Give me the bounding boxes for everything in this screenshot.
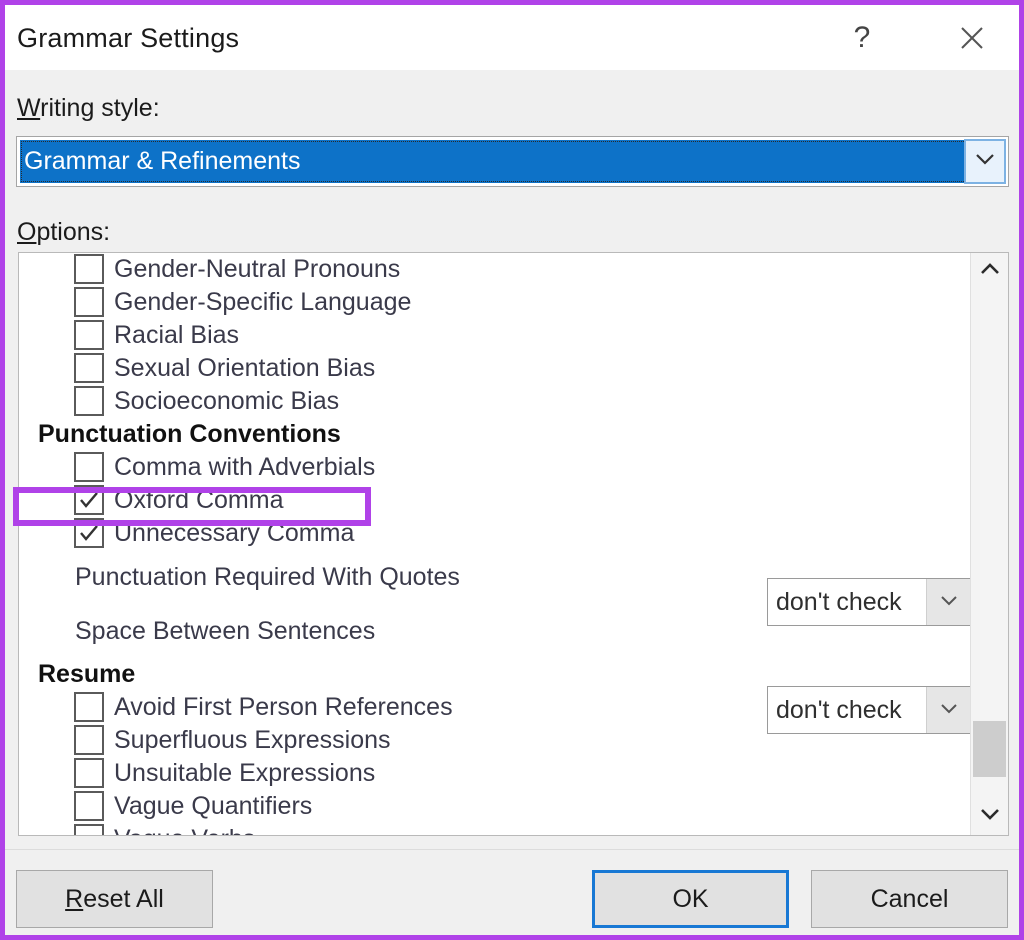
checkbox-unchecked[interactable] [74, 254, 104, 284]
chevron-up-icon [979, 262, 1001, 281]
options-group-header: Punctuation Conventions [19, 418, 971, 451]
dialog-body: Writing style: Grammar & Refinements Opt… [5, 70, 1019, 935]
writing-style-accel: W [17, 94, 41, 122]
scroll-up-button[interactable] [971, 253, 1008, 290]
checkbox-unchecked[interactable] [74, 287, 104, 317]
options-checkbox-label: Oxford Comma [114, 486, 284, 514]
help-button[interactable]: ? [839, 17, 885, 59]
checkbox-unchecked[interactable] [74, 353, 104, 383]
options-checkbox-row[interactable]: Sexual Orientation Bias [19, 352, 971, 385]
options-scrollbar[interactable] [970, 253, 1008, 835]
writing-style-selected-value[interactable]: Grammar & Refinements [20, 140, 967, 183]
options-select-label: Punctuation Required With Quotes [75, 562, 460, 591]
options-checkbox-row[interactable]: Avoid First Person References [19, 691, 971, 724]
options-checkbox-row[interactable]: Superfluous Expressions [19, 724, 971, 757]
options-group-label: Resume [38, 660, 136, 688]
writing-style-label: Writing style: [17, 94, 160, 123]
options-checkbox-label: Socioeconomic Bias [114, 387, 340, 415]
scroll-down-button[interactable] [971, 798, 1008, 835]
options-checkbox-label: Avoid First Person References [114, 693, 453, 721]
cancel-button[interactable]: Cancel [811, 870, 1008, 928]
checkbox-unchecked[interactable] [74, 386, 104, 416]
checkbox-unchecked[interactable] [74, 791, 104, 821]
cancel-button-label: Cancel [870, 884, 949, 913]
options-checkbox-label: Sexual Orientation Bias [114, 354, 376, 382]
close-icon [957, 23, 987, 53]
chevron-down-icon [979, 807, 1001, 826]
ok-button[interactable]: OK [592, 870, 789, 928]
checkbox-checked[interactable] [74, 485, 104, 515]
footer-divider [5, 849, 1019, 850]
scrollbar-thumb[interactable] [973, 721, 1006, 777]
options-checkbox-row[interactable]: Unsuitable Expressions [19, 757, 971, 790]
options-checkbox-row[interactable]: Gender-Neutral Pronouns [19, 253, 971, 286]
options-label-rest: ptions: [36, 218, 111, 246]
options-group-label: Punctuation Conventions [38, 420, 341, 448]
options-select-row[interactable]: Space Between Sentences don't check [19, 604, 972, 734]
close-button[interactable] [949, 17, 995, 59]
options-select-row[interactable]: Punctuation Required With Quotes don't ch… [19, 550, 972, 626]
question-mark-icon: ? [853, 21, 871, 54]
options-checkbox-row[interactable]: Unnecessary Comma [19, 517, 971, 550]
options-checkbox-label: Unnecessary Comma [114, 519, 355, 547]
reset-all-label: eset All [83, 884, 164, 913]
writing-style-label-rest: riting style: [40, 94, 160, 122]
options-label: Options: [17, 218, 110, 247]
checkbox-unchecked[interactable] [74, 320, 104, 350]
reset-all-button[interactable]: Reset All [16, 870, 213, 928]
writing-style-dropdown-button[interactable] [964, 139, 1006, 184]
options-checkbox-row[interactable]: Socioeconomic Bias [19, 385, 971, 418]
options-checkbox-label: Gender-Specific Language [114, 288, 412, 316]
checkbox-unchecked[interactable] [74, 452, 104, 482]
options-select-label: Space Between Sentences [75, 616, 376, 645]
options-checkbox-label: Vague Quantifiers [114, 792, 313, 820]
options-checkbox-label: Superfluous Expressions [114, 726, 391, 754]
options-checkbox-row[interactable]: Racial Bias [19, 319, 971, 352]
writing-style-combobox[interactable]: Grammar & Refinements [16, 136, 1009, 187]
check-icon [80, 492, 98, 508]
options-checkbox-label: Comma with Adverbials [114, 453, 376, 481]
options-checkbox-label: Gender-Neutral Pronouns [114, 255, 401, 283]
page-title: Grammar Settings [17, 23, 240, 53]
checkbox-unchecked[interactable] [74, 725, 104, 755]
reset-all-accel: R [65, 884, 84, 913]
checkbox-unchecked[interactable] [74, 692, 104, 722]
chevron-down-icon [974, 152, 996, 171]
options-listbox[interactable]: Gender-Neutral Pronouns Gender-Specific L… [18, 252, 1009, 836]
title-bar: Grammar Settings ? [5, 5, 1019, 70]
grammar-settings-dialog: Grammar Settings ? Writing style: Gramma… [0, 0, 1024, 940]
options-checkbox-row[interactable]: Vague Verbs [19, 823, 971, 835]
options-checkbox-row[interactable]: Comma with Adverbials [19, 451, 971, 484]
options-checkbox-row[interactable]: Gender-Specific Language [19, 286, 971, 319]
options-checkbox-row[interactable]: Vague Quantifiers [19, 790, 971, 823]
options-checkbox-label: Unsuitable Expressions [114, 759, 376, 787]
ok-button-label: OK [672, 884, 709, 913]
options-checkbox-row[interactable]: Oxford Comma [19, 484, 971, 517]
options-list: Gender-Neutral Pronouns Gender-Specific L… [19, 253, 972, 835]
checkbox-unchecked[interactable] [74, 758, 104, 788]
options-accel: O [17, 218, 37, 246]
check-icon [80, 525, 98, 541]
checkbox-unchecked[interactable] [74, 824, 104, 835]
options-group-header: Resume [19, 658, 971, 691]
checkbox-checked[interactable] [74, 518, 104, 548]
